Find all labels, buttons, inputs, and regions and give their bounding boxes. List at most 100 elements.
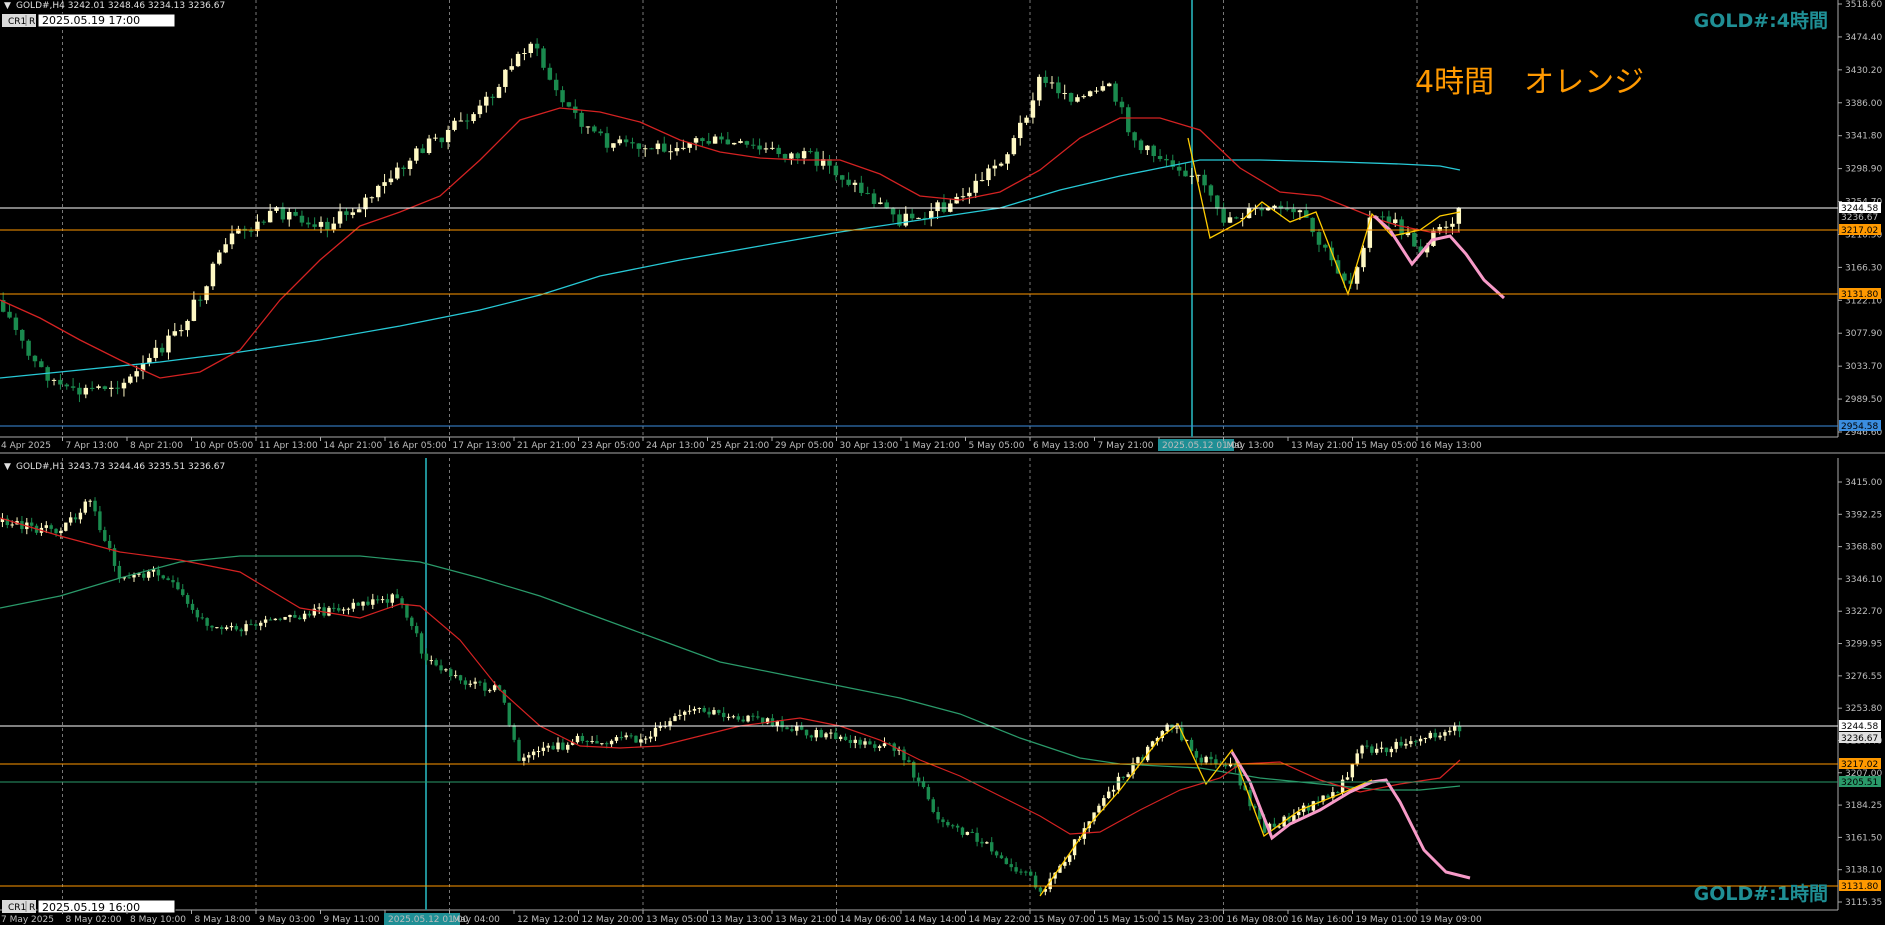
candle-body xyxy=(605,743,609,745)
time-label: 12 May 20:00 xyxy=(582,915,644,925)
bottom-cr1-label: CR1 xyxy=(8,903,26,913)
bottom-header-dropdown-icon[interactable]: ▼ xyxy=(4,462,11,472)
top-toolbar: CR1 R 2025.05.19 17:00 xyxy=(2,13,176,28)
time-label: 17 Apr 13:00 xyxy=(453,441,512,451)
candle-body xyxy=(449,669,453,677)
candle-body xyxy=(204,286,209,301)
candle-body xyxy=(865,192,870,194)
candle-body xyxy=(1375,748,1379,753)
candle-body xyxy=(789,153,794,159)
candle-body xyxy=(700,138,705,142)
time-label: 14 May 06:00 xyxy=(840,915,902,925)
candle-body xyxy=(522,53,527,55)
candle-body xyxy=(629,735,633,737)
candle-body xyxy=(580,735,585,741)
candle-body xyxy=(1433,732,1437,738)
candle-body xyxy=(331,223,336,230)
candle-body xyxy=(653,727,658,737)
candle-body xyxy=(717,710,721,713)
candle-body xyxy=(1409,741,1413,744)
trading-chart[interactable]: ▼ GOLD#,H4 3242.01 3248.46 3234.13 3236.… xyxy=(0,0,1885,925)
candle-body xyxy=(83,501,87,513)
price-label: 3298.90 xyxy=(1845,165,1882,175)
candle-body xyxy=(992,165,998,169)
candle-body xyxy=(1361,247,1366,268)
candle-body xyxy=(960,196,966,198)
candle-body xyxy=(414,626,419,634)
candle-body xyxy=(483,682,487,691)
top-time-axis[interactable]: 4 Apr 2025 7 Apr 13:00 8 Apr 21:00 10 Apr 0… xyxy=(0,437,1482,451)
candle-body xyxy=(824,733,828,738)
candle-body xyxy=(697,708,702,710)
candle-body xyxy=(54,528,58,534)
price-label: 3166.30 xyxy=(1845,263,1882,273)
top-tag-orange2: 3131.80 xyxy=(1841,290,1878,300)
candle-body xyxy=(458,675,463,681)
candle-body xyxy=(1067,855,1072,862)
candle-body xyxy=(1365,745,1369,747)
candle-body xyxy=(751,144,756,146)
candle-body xyxy=(668,721,672,726)
candle-body xyxy=(731,142,737,145)
candle-body xyxy=(1189,175,1195,177)
bottom-tag-orange1: 3217.02 xyxy=(1841,760,1878,770)
bottom-pane[interactable] xyxy=(0,458,1838,910)
candle-body xyxy=(515,53,521,67)
candle-body xyxy=(1043,76,1048,83)
candle-body xyxy=(1457,725,1462,732)
candle-body xyxy=(83,387,89,395)
candle-body xyxy=(795,726,799,731)
time-label: 16 May 16:00 xyxy=(1291,915,1353,925)
candle-body xyxy=(782,154,788,159)
candle-body xyxy=(674,148,680,152)
candle-body xyxy=(1336,792,1340,794)
bottom-tag-gray: 3236.67 xyxy=(1841,734,1878,744)
candle-body xyxy=(648,736,653,739)
candle-body xyxy=(439,137,445,143)
candle-body xyxy=(726,716,731,718)
candle-body xyxy=(1049,82,1055,84)
candle-body xyxy=(970,831,974,833)
candle-body xyxy=(804,729,809,736)
candle-body xyxy=(1009,864,1013,868)
candle-body xyxy=(642,148,648,150)
top-tag-orange1: 3217.02 xyxy=(1841,226,1878,236)
top-header-dropdown-icon[interactable]: ▼ xyxy=(4,1,11,11)
price-label: 3077.90 xyxy=(1845,329,1882,339)
candle-body xyxy=(1145,145,1150,151)
bottom-time-axis[interactable]: 7 May 2025 8 May 02:00 8 May 10:00 8 May 18… xyxy=(0,910,1482,925)
candle-body xyxy=(20,329,25,341)
candle-body xyxy=(190,603,195,610)
time-label: 11 Apr 13:00 xyxy=(259,441,318,451)
candle-body xyxy=(223,244,228,253)
candle-body xyxy=(541,48,546,68)
candle-body xyxy=(595,741,599,744)
candle-body xyxy=(434,660,438,666)
candle-body xyxy=(159,347,165,353)
price-label: 3346.10 xyxy=(1845,575,1882,585)
candle-body xyxy=(531,751,536,756)
candle-body xyxy=(909,213,915,219)
candle-body xyxy=(795,153,800,159)
candle-body xyxy=(502,689,507,703)
candle-body xyxy=(369,197,375,199)
candle-body xyxy=(507,702,511,726)
candle-body xyxy=(941,202,947,212)
top-tag-blue: 2954.58 xyxy=(1841,422,1878,432)
candle-body xyxy=(712,710,716,715)
candle-body xyxy=(776,147,781,155)
candle-body xyxy=(662,143,667,152)
candle-body xyxy=(259,622,263,626)
candle-body xyxy=(96,386,101,388)
candle-body xyxy=(1024,871,1028,873)
candle-body xyxy=(445,129,451,143)
candle-body xyxy=(859,182,864,193)
bottom-price-axis[interactable]: 3415.00 3392.25 3368.80 3346.10 3322.70 3299.… xyxy=(1838,478,1882,908)
candle-body xyxy=(385,599,390,603)
candle-body xyxy=(843,736,848,740)
candle-body xyxy=(1277,826,1281,828)
candle-body xyxy=(546,745,550,748)
time-label: 5 May 05:00 xyxy=(969,441,1025,451)
candle-body xyxy=(10,524,14,526)
candle-body xyxy=(967,192,972,197)
